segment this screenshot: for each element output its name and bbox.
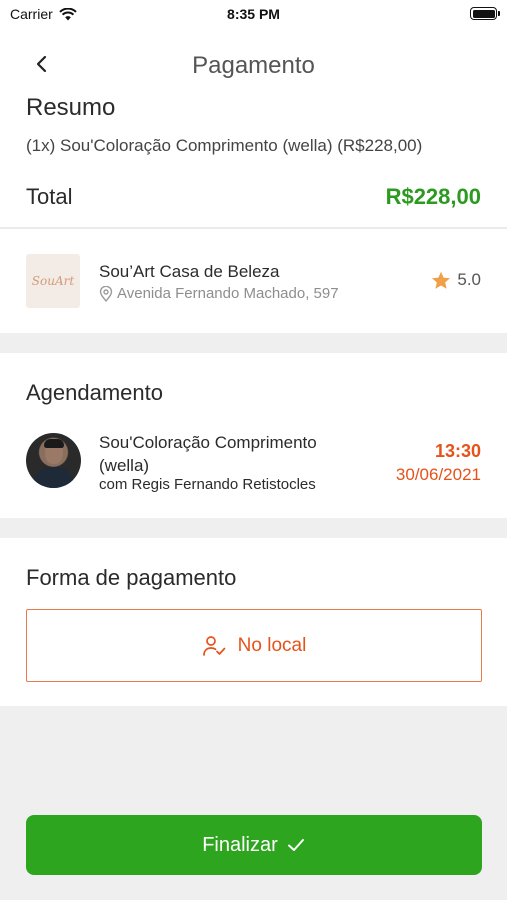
service-name: Sou'Coloração Comprimento (wella): [99, 433, 317, 475]
finalize-button[interactable]: Finalizar: [26, 815, 482, 875]
total-label: Total: [26, 184, 73, 209]
order-item-line: (1x) Sou'Coloração Comprimento (wella) (…: [26, 136, 423, 155]
agendamento-heading: Agendamento: [26, 380, 163, 405]
page-title: Pagamento: [192, 52, 315, 79]
payment-heading: Forma de pagamento: [26, 565, 237, 590]
status-bar: Carrier 8:35 PM: [0, 0, 507, 30]
summary-section: Pagamento Resumo (1x) Sou'Coloração Comp…: [0, 30, 507, 227]
salon-address: Avenida Fernando Machado, 597: [99, 285, 339, 302]
professional-avatar: [26, 433, 81, 488]
finalize-label: Finalizar: [202, 833, 278, 856]
professional-name: com Regis Fernando Retistocles: [99, 476, 316, 493]
salon-rating: 5.0: [431, 270, 481, 290]
rating-value: 5.0: [457, 270, 481, 289]
resumo-heading: Resumo: [26, 94, 116, 121]
salon-address-text: Avenida Fernando Machado, 597: [117, 285, 339, 302]
payment-option-label: No local: [237, 634, 307, 656]
salon-card[interactable]: SouArt Sou’Art Casa de Beleza Avenida Fe…: [0, 229, 507, 333]
total-value: R$228,00: [385, 184, 481, 209]
salon-name: Sou’Art Casa de Beleza: [99, 262, 280, 281]
battery-icon: [470, 7, 500, 20]
salon-logo-text: SouArt: [31, 274, 75, 288]
payment-option-no-local[interactable]: No local: [26, 609, 482, 682]
agendamento-section: Agendamento Sou'Coloração Comprimento (w…: [0, 353, 507, 518]
location-pin-icon: [99, 285, 113, 302]
star-icon: [432, 271, 451, 289]
status-time: 8:35 PM: [227, 6, 280, 22]
appointment-date: 30/06/2021: [395, 465, 481, 484]
user-check-icon: [202, 635, 226, 656]
payment-section: Forma de pagamento No local: [0, 538, 507, 706]
check-icon: [287, 839, 304, 851]
salon-logo: SouArt: [26, 254, 80, 308]
appointment-time: 13:30: [434, 441, 481, 461]
